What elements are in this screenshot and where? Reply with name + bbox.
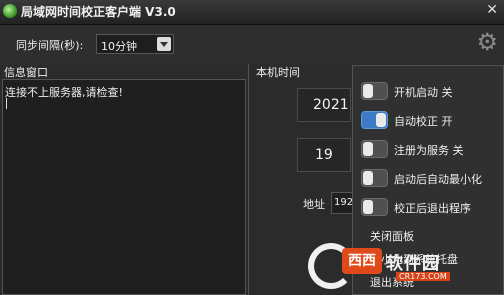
address-value: 192 [334,197,354,208]
chevron-down-icon[interactable] [157,37,171,51]
info-window[interactable]: 连接不上服务器,请检查! [2,79,246,295]
menu-item-auto-correct[interactable]: 自动校正 开 [353,108,503,132]
day-field[interactable]: 19 [297,138,351,172]
year-value: 2021 [313,97,349,113]
auto-correct-toggle[interactable] [361,111,388,129]
menu-item-minimize-on-start[interactable]: 启动后自动最小化 [353,166,503,190]
watermark: 西西 软件园 CR173.COM [300,240,500,295]
toggle-knob [376,113,386,127]
menu-item-exit-after-correct[interactable]: 校正后退出程序 [353,195,503,219]
title-bar: 局域网时间校正客户端 V3.0 ✕ [0,0,504,25]
local-time-label: 本机时间 [256,66,300,79]
menu-item-label: 自动校正 开 [394,115,453,128]
menu-item-label: 开机启动 关 [394,86,453,99]
menu-item-register-service[interactable]: 注册为服务 关 [353,137,503,161]
info-message: 连接不上服务器,请检查! [5,86,123,99]
watermark-logo: 西西 [342,248,382,274]
menu-item-autostart[interactable]: 开机启动 关 [353,79,503,103]
exit-after-correct-toggle[interactable] [361,198,388,216]
register-service-toggle[interactable] [361,140,388,158]
autostart-toggle[interactable] [361,82,388,100]
sync-interval-label: 同步间隔(秒): [16,39,84,52]
address-label: 地址 [303,198,325,211]
menu-item-label: 注册为服务 关 [394,144,464,157]
info-window-label: 信息窗口 [4,66,48,79]
sync-interval-select[interactable]: 10分钟 [96,34,174,54]
text-caret [6,98,7,109]
watermark-text: 软件园 [386,254,440,274]
menu-item-label: 校正后退出程序 [394,202,471,215]
close-button[interactable]: ✕ [486,2,498,18]
gear-icon[interactable]: ⚙ [476,30,498,54]
toolbar: 同步间隔(秒): 10分钟 ⚙ [0,25,504,65]
sync-interval-value: 10分钟 [101,40,137,53]
toggle-knob [363,142,373,156]
toggle-knob [363,84,373,98]
watermark-url: CR173.COM [396,272,450,281]
app-icon [3,4,17,18]
minimize-on-start-toggle[interactable] [361,169,388,187]
toggle-knob [363,200,373,214]
day-value: 19 [315,147,333,163]
year-field[interactable]: 2021 [297,88,351,122]
toggle-knob [363,171,373,185]
menu-item-label: 启动后自动最小化 [394,173,482,186]
window-title: 局域网时间校正客户端 V3.0 [21,5,176,19]
